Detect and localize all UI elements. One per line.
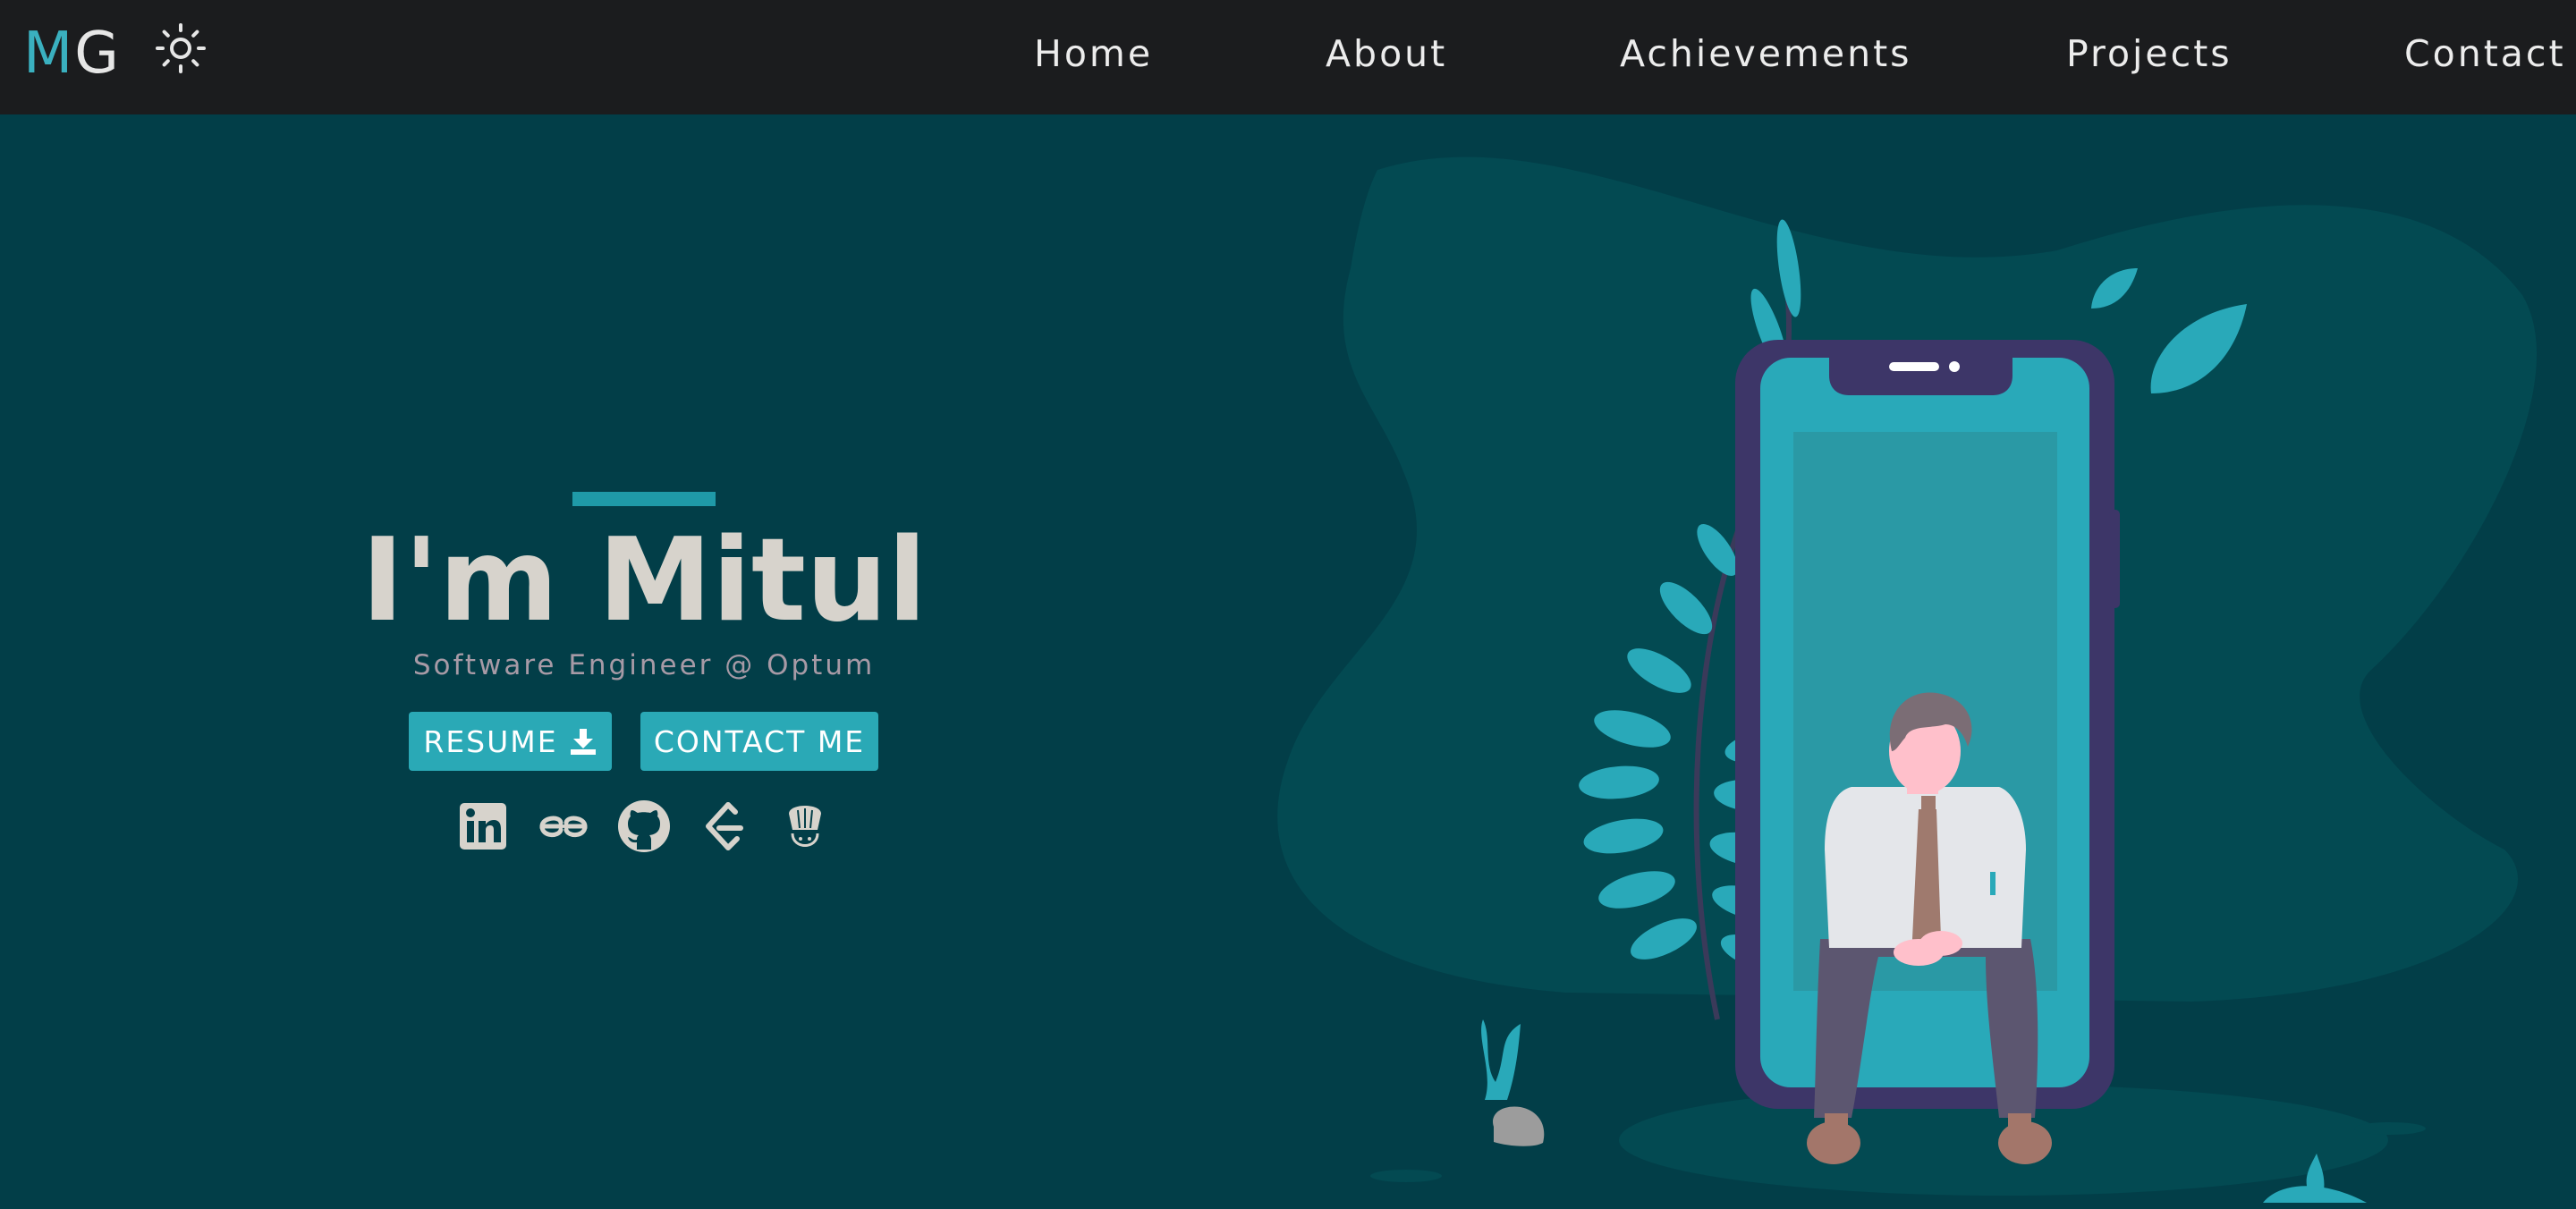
geeksforgeeks-link[interactable] bbox=[535, 798, 592, 855]
hero-illustration bbox=[1277, 156, 2538, 1203]
small-plant bbox=[1481, 1019, 1545, 1146]
leetcode-icon bbox=[706, 802, 743, 850]
hero-title: I'm Mitul bbox=[360, 514, 928, 647]
geeksforgeeks-icon bbox=[539, 816, 588, 837]
github-icon bbox=[618, 800, 670, 852]
nav-link-achievements[interactable]: Achievements bbox=[1620, 32, 1912, 75]
title-accent-bar bbox=[572, 492, 716, 506]
github-link[interactable] bbox=[615, 798, 673, 855]
theme-toggle-button[interactable] bbox=[152, 20, 209, 77]
brand-letter-g: G bbox=[74, 21, 121, 87]
navbar: MG Home About Achievements Projects Cont… bbox=[0, 0, 2576, 114]
codechef-icon bbox=[789, 806, 821, 847]
codechef-link[interactable] bbox=[776, 798, 834, 855]
resume-button-label: RESUME bbox=[423, 723, 558, 759]
leetcode-link[interactable] bbox=[696, 798, 753, 855]
nav-link-about[interactable]: About bbox=[1326, 32, 1447, 75]
download-icon bbox=[570, 729, 596, 755]
sun-icon bbox=[156, 23, 206, 73]
hero-subtitle: Software Engineer @ Optum bbox=[412, 649, 876, 681]
brand-logo[interactable]: MG bbox=[23, 25, 121, 82]
nav-link-home[interactable]: Home bbox=[1034, 32, 1153, 75]
nav-link-projects[interactable]: Projects bbox=[2066, 32, 2233, 75]
linkedin-icon bbox=[460, 803, 506, 850]
resume-button[interactable]: RESUME bbox=[409, 712, 612, 771]
nav-link-contact[interactable]: Contact bbox=[2404, 32, 2566, 75]
contact-me-button[interactable]: CONTACT ME bbox=[640, 712, 878, 771]
contact-me-button-label: CONTACT ME bbox=[653, 723, 866, 759]
linkedin-link[interactable] bbox=[454, 798, 512, 855]
brand-letter-m: M bbox=[23, 21, 75, 87]
